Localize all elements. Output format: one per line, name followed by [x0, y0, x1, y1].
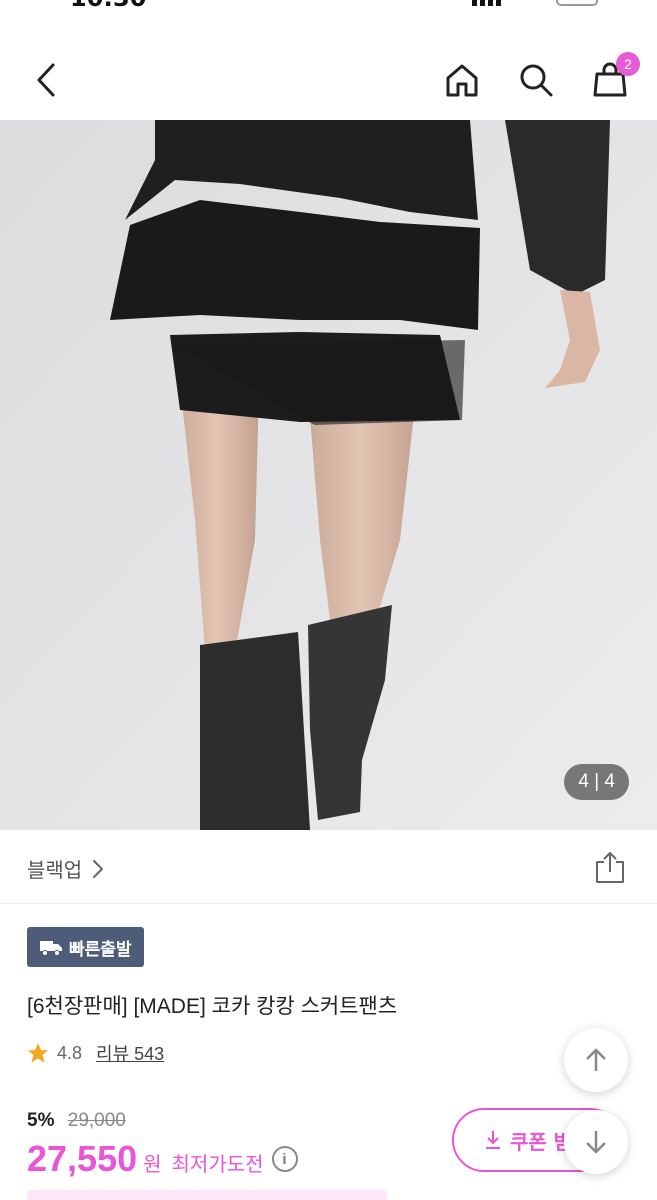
star-icon — [28, 1043, 48, 1063]
rating-value: 4.8 — [57, 1042, 83, 1063]
search-button[interactable] — [514, 58, 558, 102]
share-icon[interactable] — [593, 850, 627, 884]
brand-link[interactable]: 블랙업 — [27, 854, 104, 883]
status-time: 10:30 — [70, 0, 146, 12]
lowest-price-label: 최저가도전 — [171, 1154, 264, 1176]
status-bar: 10:30 — [0, 0, 657, 12]
info-icon[interactable]: i — [271, 1146, 298, 1172]
search-icon — [520, 64, 553, 97]
cart-count-badge: 2 — [616, 52, 640, 76]
scroll-bottom-button[interactable] — [564, 1110, 628, 1174]
promo-banner-edge — [27, 1190, 387, 1200]
discount-rate: 5% — [27, 1110, 55, 1131]
signal-icon — [472, 0, 501, 6]
arrow-up-icon — [586, 1048, 606, 1071]
rating-row: 4.8 리뷰 543 — [27, 1040, 164, 1066]
home-button[interactable] — [440, 58, 484, 102]
brand-row: 블랙업 — [0, 830, 657, 904]
brand-name: 블랙업 — [27, 860, 83, 882]
chevron-right-icon — [93, 859, 104, 878]
currency-unit: 원 — [143, 1154, 162, 1176]
image-counter: 4 | 4 — [564, 764, 629, 800]
download-icon — [486, 1131, 500, 1149]
product-title: [6천장판매] [MADE] 코카 캉캉 스커트팬츠 — [27, 995, 398, 1018]
battery-icon — [556, 0, 598, 6]
coupon-label: 쿠폰 받 — [510, 1129, 573, 1154]
chevron-left-icon — [37, 63, 55, 97]
sale-price: 27,550 — [27, 1138, 138, 1179]
discount-row: 5% 29,000 — [27, 1110, 126, 1132]
price-row: 27,550 원 최저가도전 i — [27, 1138, 298, 1180]
home-icon — [446, 64, 478, 97]
review-count-link[interactable]: 리뷰 543 — [96, 1040, 164, 1066]
product-photo — [0, 120, 657, 830]
original-price: 29,000 — [67, 1110, 126, 1131]
cart-button[interactable]: 2 — [588, 52, 640, 102]
fast-shipping-label: 빠른출발 — [69, 939, 132, 960]
fast-shipping-badge: 빠른출발 — [27, 927, 144, 967]
scroll-top-button[interactable] — [564, 1028, 628, 1092]
arrow-down-icon — [586, 1131, 606, 1154]
truck-icon — [40, 941, 62, 956]
top-nav: 2 — [0, 40, 657, 120]
product-image[interactable]: 4 | 4 — [0, 120, 657, 830]
back-button[interactable] — [24, 58, 68, 102]
